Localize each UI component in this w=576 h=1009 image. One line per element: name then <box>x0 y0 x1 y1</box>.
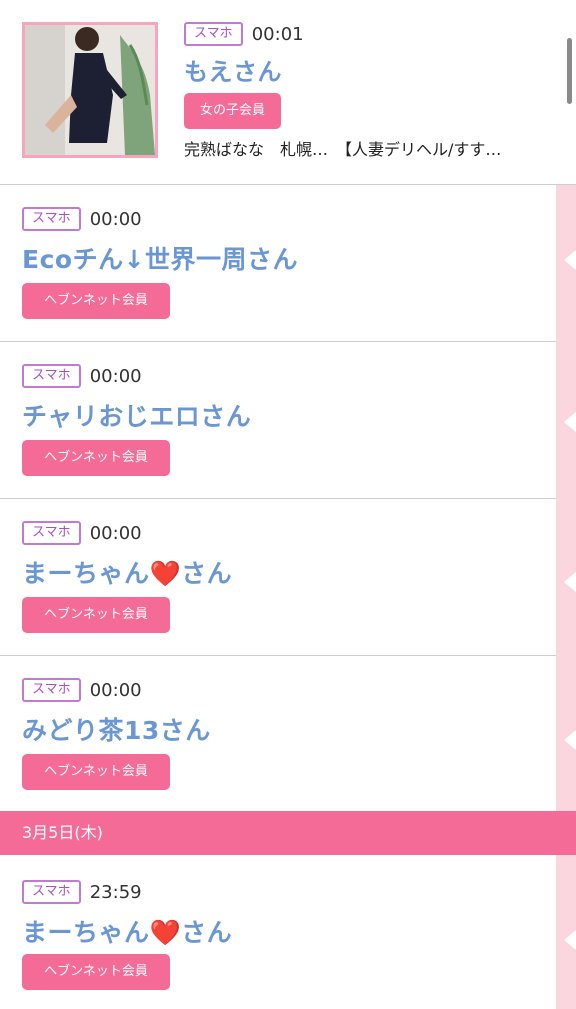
date-header: 3月5日(木) <box>0 811 576 855</box>
member-badge: ヘブンネット会員 <box>22 954 170 990</box>
list-item[interactable]: スマホ 00:00 みどり茶13さん ヘブンネット会員 <box>0 656 556 811</box>
strip-notch <box>564 730 576 750</box>
post-time: 00:01 <box>251 23 304 45</box>
device-badge: スマホ <box>184 22 243 46</box>
shop-description[interactable]: 完熟ばなな 札幌… 【人妻デリヘル/すす… <box>184 136 501 160</box>
top-entry-meta: スマホ 00:01 もえさん 女の子会員 <box>184 22 304 129</box>
post-time: 00:00 <box>89 208 142 230</box>
device-badge: スマホ <box>22 521 81 545</box>
user-name-link[interactable]: もえさん <box>184 52 304 87</box>
strip-notch <box>564 930 576 950</box>
member-badge: ヘブンネット会員 <box>22 283 170 319</box>
user-name-link[interactable]: まーちゃん❤️さん <box>22 554 232 590</box>
side-decoration-strip <box>556 184 576 1009</box>
strip-notch <box>564 572 576 592</box>
user-name-link[interactable]: まーちゃん❤️さん <box>22 913 232 949</box>
user-name-link[interactable]: みどり茶13さん <box>22 711 211 747</box>
device-badge: スマホ <box>22 364 81 388</box>
strip-notch <box>564 250 576 270</box>
user-name-link[interactable]: Ecoチん↓世界一周さん <box>22 240 298 276</box>
post-time: 23:59 <box>89 881 142 903</box>
strip-notch <box>564 412 576 432</box>
list-item[interactable]: スマホ 00:00 まーちゃん❤️さん ヘブンネット会員 <box>0 499 556 656</box>
member-badge: 女の子会員 <box>184 93 282 129</box>
post-time: 00:00 <box>89 679 142 701</box>
list-item[interactable]: スマホ 23:59 まーちゃん❤️さん ヘブンネット会員 <box>0 856 556 1009</box>
scrollbar[interactable] <box>567 38 572 104</box>
user-name-link[interactable]: チャリおじエロさん <box>22 397 251 433</box>
profile-photo[interactable] <box>22 22 158 158</box>
device-badge: スマホ <box>22 207 81 231</box>
member-badge: ヘブンネット会員 <box>22 440 170 476</box>
device-badge: スマホ <box>22 678 81 702</box>
member-badge: ヘブンネット会員 <box>22 754 170 790</box>
list-item[interactable]: スマホ 00:00 Ecoチん↓世界一周さん ヘブンネット会員 <box>0 185 556 342</box>
list-item[interactable]: スマホ 00:00 チャリおじエロさん ヘブンネット会員 <box>0 342 556 499</box>
post-time: 00:00 <box>89 365 142 387</box>
post-time: 00:00 <box>89 522 142 544</box>
device-badge: スマホ <box>22 880 81 904</box>
top-entry[interactable]: スマホ 00:01 もえさん 女の子会員 完熟ばなな 札幌… 【人妻デリヘル/す… <box>0 0 576 185</box>
member-badge: ヘブンネット会員 <box>22 597 170 633</box>
